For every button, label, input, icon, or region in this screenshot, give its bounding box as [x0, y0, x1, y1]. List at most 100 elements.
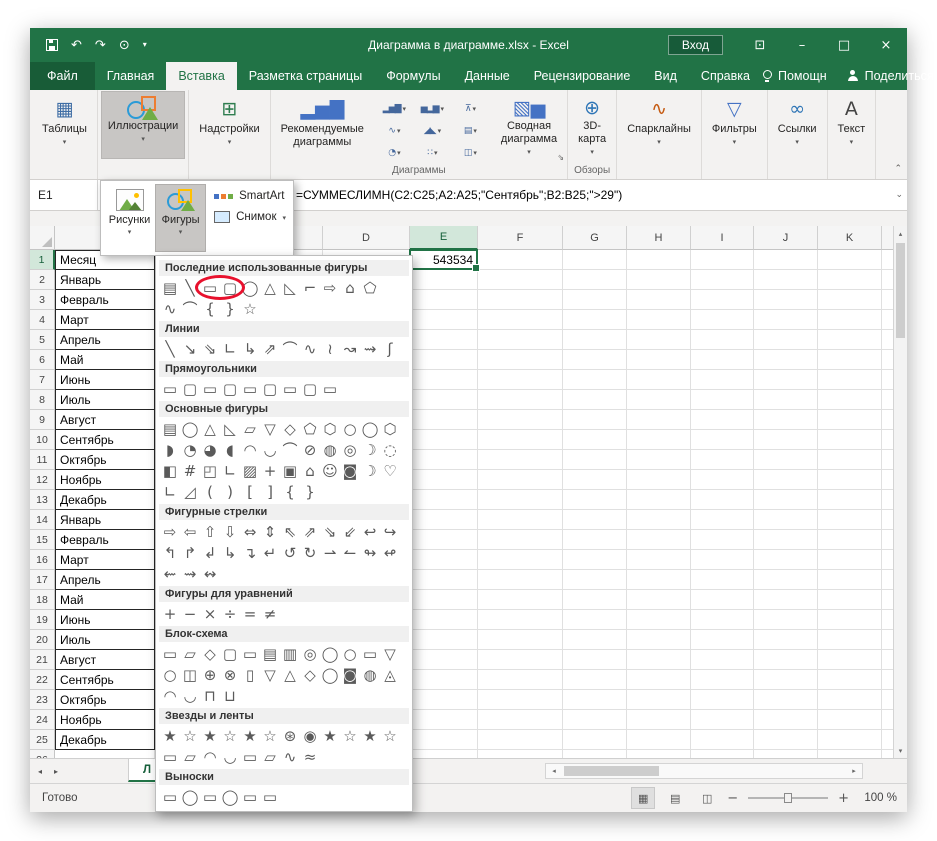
cell[interactable]: Ноябрь [55, 470, 155, 490]
shape-option[interactable]: ☆ [220, 726, 240, 746]
cell[interactable] [627, 510, 691, 530]
cell[interactable] [754, 290, 818, 310]
shape-option[interactable]: ↬ [360, 543, 380, 563]
shape-option[interactable]: ⇨ [320, 278, 340, 298]
zoom-in-button[interactable]: + [838, 791, 849, 806]
ribbon-display-options-icon[interactable]: ⊡ [739, 28, 781, 62]
row-header-26[interactable]: 26 [30, 750, 55, 758]
cell[interactable] [818, 430, 882, 450]
cell[interactable] [410, 630, 478, 650]
cell[interactable] [563, 490, 627, 510]
cell[interactable] [627, 350, 691, 370]
shape-option[interactable]: ↴ [240, 543, 260, 563]
shape-option[interactable]: ▭ [240, 747, 260, 767]
shape-option[interactable]: ▽ [260, 665, 280, 685]
cell[interactable] [754, 690, 818, 710]
cell[interactable] [754, 630, 818, 650]
shape-option[interactable]: ◉ [300, 726, 320, 746]
cell[interactable] [410, 530, 478, 550]
cell[interactable]: Июнь [55, 370, 155, 390]
cell[interactable] [754, 590, 818, 610]
cell[interactable] [882, 630, 893, 650]
menu-item-screenshot[interactable]: Снимок ▾ [210, 208, 290, 226]
cell[interactable] [691, 610, 754, 630]
cell[interactable] [478, 670, 563, 690]
row-header-16[interactable]: 16 [30, 550, 55, 570]
shape-option[interactable]: ◯ [180, 787, 200, 807]
cell[interactable] [882, 650, 893, 670]
cell[interactable]: Февраль [55, 530, 155, 550]
shape-option[interactable]: ☺ [320, 461, 340, 481]
cell[interactable] [563, 610, 627, 630]
shape-option[interactable]: + [160, 604, 180, 624]
cell[interactable] [818, 530, 882, 550]
cell[interactable] [818, 610, 882, 630]
shape-option[interactable]: ♡ [380, 461, 400, 481]
cell[interactable]: Сентябрь [55, 430, 155, 450]
shape-option[interactable]: ◺ [220, 419, 240, 439]
ribbon-tab-2[interactable]: Вставка [166, 62, 237, 90]
shape-option[interactable]: ↭ [200, 564, 220, 584]
cell[interactable] [882, 590, 893, 610]
shape-option[interactable]: ◯ [220, 787, 240, 807]
cell[interactable] [882, 450, 893, 470]
file-tab[interactable]: Файл [30, 62, 95, 90]
sheet-nav-left-icon[interactable]: ◂ [38, 767, 42, 776]
shape-option[interactable]: ◿ [180, 482, 200, 502]
shape-option[interactable]: ▱ [180, 644, 200, 664]
shape-option[interactable]: ◇ [280, 419, 300, 439]
cell[interactable] [478, 510, 563, 530]
shape-option[interactable]: + [260, 461, 280, 481]
shape-option[interactable]: ◙ [340, 665, 360, 685]
shape-option[interactable]: ◕ [200, 440, 220, 460]
cell[interactable] [691, 550, 754, 570]
cell[interactable] [563, 270, 627, 290]
shape-option[interactable]: # [180, 461, 200, 481]
cell[interactable] [563, 530, 627, 550]
cell[interactable] [754, 730, 818, 750]
zoom-slider[interactable] [748, 793, 829, 803]
3d-map-button[interactable]: ⊕ 3D-карта ▾ [571, 91, 613, 159]
shape-option[interactable]: ⇖ [280, 522, 300, 542]
shape-option[interactable]: △ [260, 278, 280, 298]
shape-option[interactable]: ◡ [220, 747, 240, 767]
shape-option[interactable]: ▱ [180, 747, 200, 767]
cell[interactable] [410, 690, 478, 710]
shape-option[interactable]: ◯ [320, 644, 340, 664]
scroll-up-icon[interactable]: ▴ [894, 226, 907, 241]
row-header-24[interactable]: 24 [30, 710, 55, 730]
cell[interactable] [563, 570, 627, 590]
shape-option[interactable]: ▽ [380, 644, 400, 664]
shape-option[interactable]: ▤ [160, 278, 180, 298]
cell[interactable] [563, 290, 627, 310]
recommended-charts-button[interactable]: ▂▅▇ Рекомендуемые диаграммы [274, 91, 371, 159]
cell[interactable]: Апрель [55, 570, 155, 590]
cell[interactable] [818, 250, 882, 270]
cell[interactable] [410, 410, 478, 430]
cell[interactable] [410, 390, 478, 410]
cell[interactable] [478, 390, 563, 410]
cell[interactable] [754, 610, 818, 630]
name-box[interactable]: E1 [30, 180, 98, 210]
column-header-I[interactable]: I [691, 226, 754, 250]
shape-option[interactable]: ⊔ [220, 686, 240, 706]
shape-option[interactable]: ⌂ [300, 461, 320, 481]
cell[interactable] [563, 730, 627, 750]
cell[interactable] [563, 250, 627, 270]
cell[interactable] [754, 450, 818, 470]
cell[interactable]: Март [55, 550, 155, 570]
shape-option[interactable]: ★ [360, 726, 380, 746]
row-header-23[interactable]: 23 [30, 690, 55, 710]
shape-option[interactable]: ◙ [340, 461, 360, 481]
cell[interactable] [818, 270, 882, 290]
cell[interactable] [410, 290, 478, 310]
cell[interactable]: Апрель [55, 330, 155, 350]
chart-type-button[interactable]: ▤ ▾ [452, 120, 489, 141]
cell[interactable] [691, 270, 754, 290]
shape-option[interactable]: ▭ [200, 787, 220, 807]
shape-option[interactable]: ◠ [160, 686, 180, 706]
shape-option[interactable]: ↱ [180, 543, 200, 563]
cell[interactable] [627, 490, 691, 510]
shape-option[interactable]: ∿ [160, 299, 180, 319]
cell[interactable] [691, 350, 754, 370]
